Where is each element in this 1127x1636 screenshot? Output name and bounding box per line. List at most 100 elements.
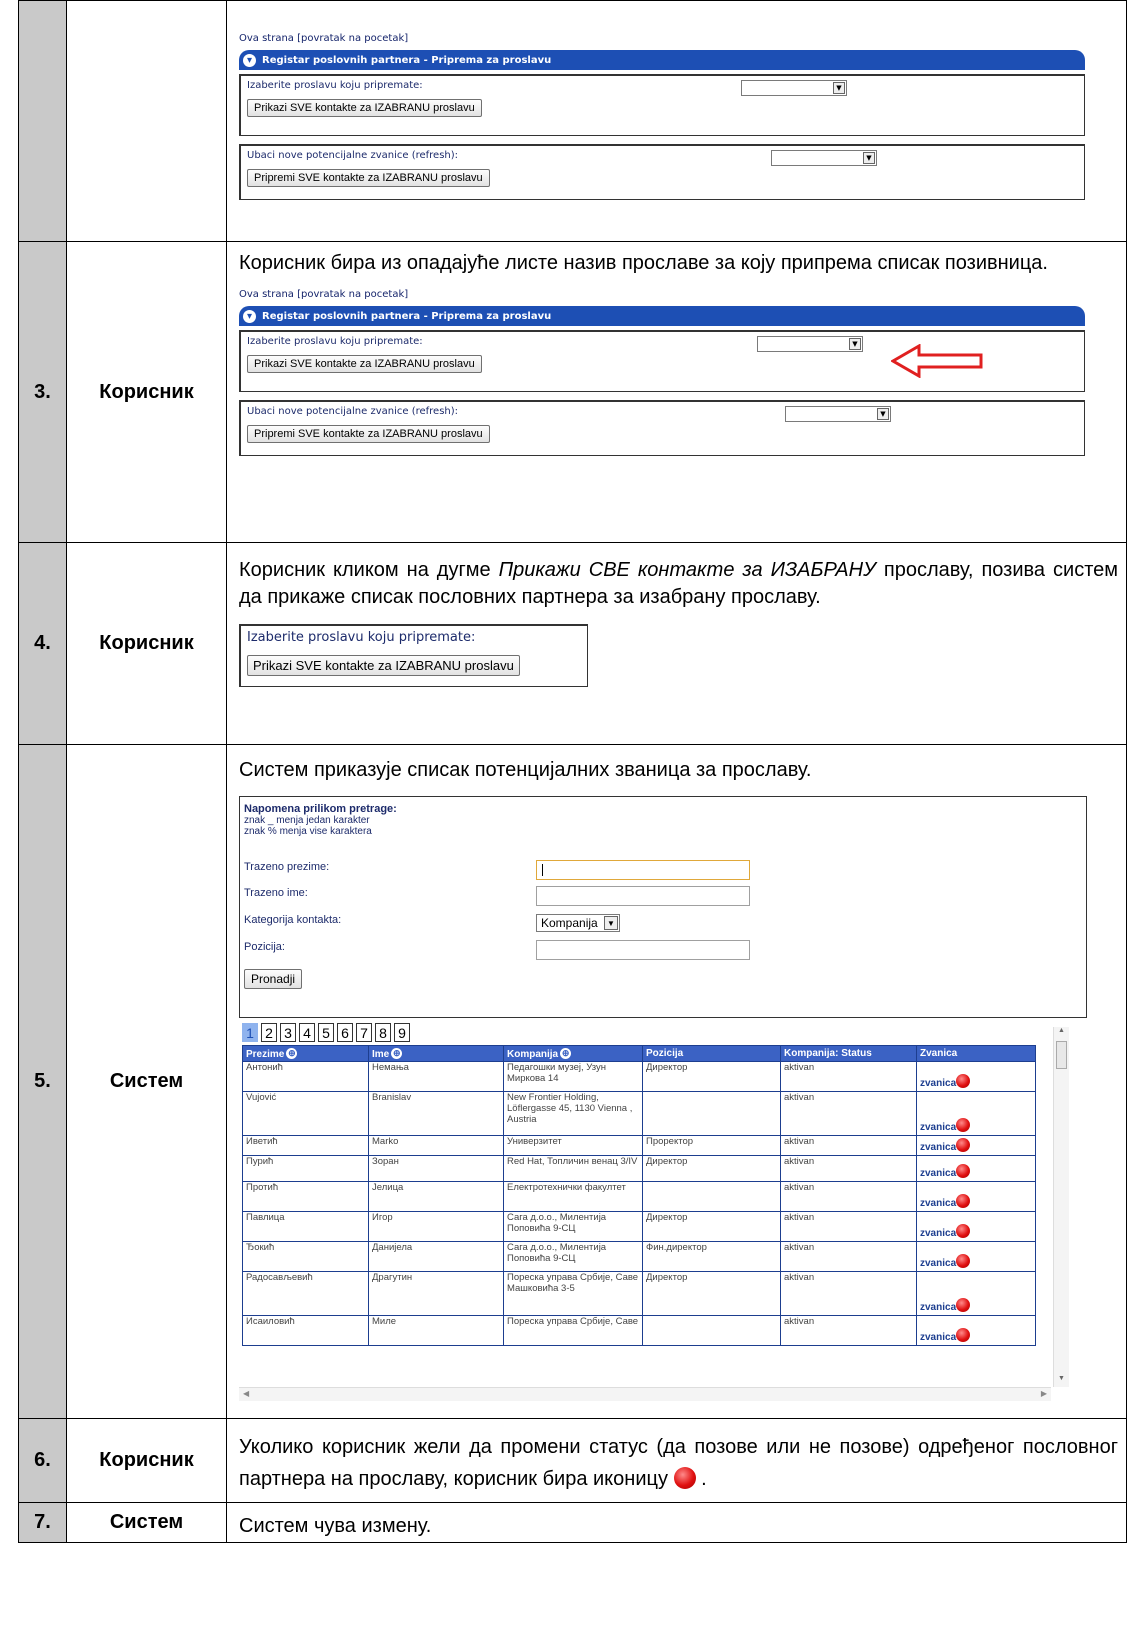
- col-header-company[interactable]: Kompanija ⊕: [503, 1045, 643, 1062]
- refresh-label: Ubaci nove potencijalne zvanice (refresh…: [247, 406, 459, 417]
- grid-header-row: Prezime ⊕ Ime ⊕ Kompanija ⊕ Pozicija Kompan…: [242, 1045, 1036, 1062]
- results-grid: Prezime ⊕ Ime ⊕ Kompanija ⊕ Pozicija Kompan…: [242, 1045, 1036, 1346]
- invite-toggle-icon[interactable]: [956, 1194, 971, 1208]
- refresh-select[interactable]: ▼: [771, 150, 877, 166]
- cell-invite[interactable]: zvanica: [916, 1181, 1036, 1212]
- find-button[interactable]: Pronadji: [244, 969, 303, 989]
- cell-invite[interactable]: zvanica: [916, 1135, 1036, 1156]
- invite-label: zvanica: [920, 1228, 957, 1239]
- arrow-left-icon: [891, 344, 983, 378]
- cell-company: Сага д.о.о., Милентија Поповића 9-СЦ: [503, 1211, 643, 1242]
- results-grid-wrap: Prezime ⊕ Ime ⊕ Kompanija ⊕ Pozicija Kompan…: [242, 1045, 1036, 1346]
- category-value: Kompanija: [541, 916, 598, 930]
- show-contacts-button[interactable]: Prikazi SVE kontakte za IZABRANU proslav…: [247, 655, 520, 676]
- scroll-right-icon[interactable]: ▶: [1041, 1389, 1047, 1398]
- invite-toggle-icon[interactable]: [956, 1328, 971, 1342]
- col-header-label: Prezime: [246, 1048, 285, 1060]
- invite-toggle-icon[interactable]: [956, 1118, 971, 1132]
- cell-position: Директор: [642, 1271, 781, 1316]
- cell-name: Игор: [368, 1211, 504, 1242]
- invite-label: zvanica: [920, 1258, 957, 1269]
- sort-icon[interactable]: ⊕: [560, 1047, 572, 1059]
- search-note-line: znak _ menja jedan karakter: [244, 815, 370, 826]
- refresh-select[interactable]: ▼: [785, 406, 891, 422]
- cell-name: Миле: [368, 1315, 504, 1346]
- sort-icon[interactable]: ⊕: [391, 1047, 403, 1059]
- page-link-8[interactable]: 8: [375, 1023, 391, 1042]
- category-select[interactable]: Kompanija ▼: [536, 914, 620, 932]
- step-actor: Корисник: [66, 542, 227, 745]
- prepare-contacts-button[interactable]: Pripremi SVE kontakte za IZABRANU prosla…: [247, 169, 490, 187]
- panel-titlebar: ▾ Registar poslovnih partnera - Priprema …: [239, 306, 1085, 326]
- select-celebration-label: Izaberite proslavu koju pripremate:: [247, 630, 476, 645]
- page-link-5[interactable]: 5: [318, 1023, 334, 1042]
- show-contacts-button[interactable]: Prikazi SVE kontakte za IZABRANU proslav…: [247, 99, 482, 117]
- step-text: Уколико корисник жели да промени статус …: [239, 1436, 1118, 1490]
- prepare-contacts-button[interactable]: Pripremi SVE kontakte za IZABRANU prosla…: [247, 425, 490, 443]
- col-header-status: Kompanija: Status: [780, 1045, 917, 1062]
- page-link-3[interactable]: 3: [280, 1023, 296, 1042]
- step-row-2: Ova strana [povratak na pocetak] ▾ Regist…: [18, 0, 1127, 242]
- table-row: Исаиловић Миле Пореска управа Србије, Саве…: [242, 1315, 1036, 1346]
- cell-invite[interactable]: zvanica: [916, 1061, 1036, 1092]
- page-link-9[interactable]: 9: [394, 1023, 410, 1042]
- cell-surname: Протић: [242, 1181, 369, 1212]
- collapse-icon[interactable]: ▾: [243, 53, 256, 67]
- vertical-scrollbar[interactable]: ▲ ▼: [1053, 1027, 1069, 1387]
- scroll-left-icon[interactable]: ◀: [243, 1389, 249, 1398]
- celebration-select[interactable]: ▼: [741, 80, 847, 96]
- cell-invite[interactable]: zvanica: [916, 1211, 1036, 1242]
- step-text: Корисник бира из опадајуће листе назив п…: [239, 252, 1048, 274]
- panel-titlebar: ▾ Registar poslovnih partnera - Priprema …: [239, 50, 1085, 70]
- col-header-surname[interactable]: Prezime ⊕: [242, 1045, 369, 1062]
- cell-name: Јелица: [368, 1181, 504, 1212]
- table-row: Павлица Игор Сага д.о.о., Милентија Попови…: [242, 1211, 1036, 1242]
- back-to-top-link[interactable]: Ova strana [povratak na pocetak]: [239, 33, 408, 44]
- celebration-select[interactable]: ▼: [757, 336, 863, 352]
- step-actor: Корисник: [66, 1418, 227, 1503]
- page-link-1[interactable]: 1: [242, 1023, 258, 1042]
- invite-label: zvanica: [920, 1142, 957, 1153]
- cell-invite[interactable]: zvanica: [916, 1155, 1036, 1182]
- cell-status: aktivan: [780, 1155, 917, 1182]
- cell-invite[interactable]: zvanica: [916, 1315, 1036, 1346]
- step-text: Систем приказује списак потенцијалних зв…: [239, 759, 812, 781]
- cell-invite[interactable]: zvanica: [916, 1091, 1036, 1136]
- chevron-down-icon: ▼: [849, 338, 861, 350]
- cell-invite[interactable]: zvanica: [916, 1241, 1036, 1272]
- page-link-4[interactable]: 4: [299, 1023, 315, 1042]
- cell-name: Данијела: [368, 1241, 504, 1272]
- back-to-top-link[interactable]: Ova strana [povratak na pocetak]: [239, 289, 408, 300]
- step-number: 3.: [18, 241, 67, 543]
- invite-toggle-icon[interactable]: [956, 1298, 971, 1312]
- cell-surname: Пурић: [242, 1155, 369, 1182]
- invite-label: zvanica: [920, 1122, 957, 1133]
- page-link-6[interactable]: 6: [337, 1023, 353, 1042]
- collapse-icon[interactable]: ▾: [243, 309, 256, 323]
- invite-toggle-icon[interactable]: [956, 1138, 971, 1152]
- show-contacts-button[interactable]: Prikazi SVE kontakte za IZABRANU proslav…: [247, 355, 482, 373]
- cell-invite[interactable]: zvanica: [916, 1271, 1036, 1316]
- surname-input[interactable]: [536, 860, 750, 880]
- registry-panel: Ova strana [povratak na pocetak] ▾ Regist…: [239, 33, 1126, 200]
- cell-company: Red Hat, Топличин венац 3/IV: [503, 1155, 643, 1182]
- sort-icon[interactable]: ⊕: [286, 1047, 298, 1059]
- step-actor: Систем: [66, 744, 227, 1419]
- invite-toggle-icon[interactable]: [956, 1164, 971, 1178]
- cell-name: Зоран: [368, 1155, 504, 1182]
- name-input[interactable]: [536, 886, 750, 906]
- scroll-thumb[interactable]: [1056, 1041, 1067, 1069]
- horizontal-scrollbar[interactable]: ◀ ▶: [239, 1387, 1051, 1401]
- scroll-up-icon[interactable]: ▲: [1054, 1027, 1069, 1039]
- invite-toggle-icon[interactable]: [956, 1254, 971, 1268]
- name-label: Trazeno ime:: [244, 887, 308, 899]
- step-text-part: Корисник кликом на дугме: [239, 559, 499, 581]
- col-header-name[interactable]: Ime ⊕: [368, 1045, 504, 1062]
- page-link-2[interactable]: 2: [261, 1023, 277, 1042]
- invite-toggle-icon[interactable]: [956, 1224, 971, 1238]
- cell-status: aktivan: [780, 1135, 917, 1156]
- scroll-down-icon[interactable]: ▼: [1054, 1375, 1069, 1387]
- page-link-7[interactable]: 7: [356, 1023, 372, 1042]
- invite-toggle-icon[interactable]: [956, 1074, 971, 1088]
- position-input[interactable]: [536, 940, 750, 960]
